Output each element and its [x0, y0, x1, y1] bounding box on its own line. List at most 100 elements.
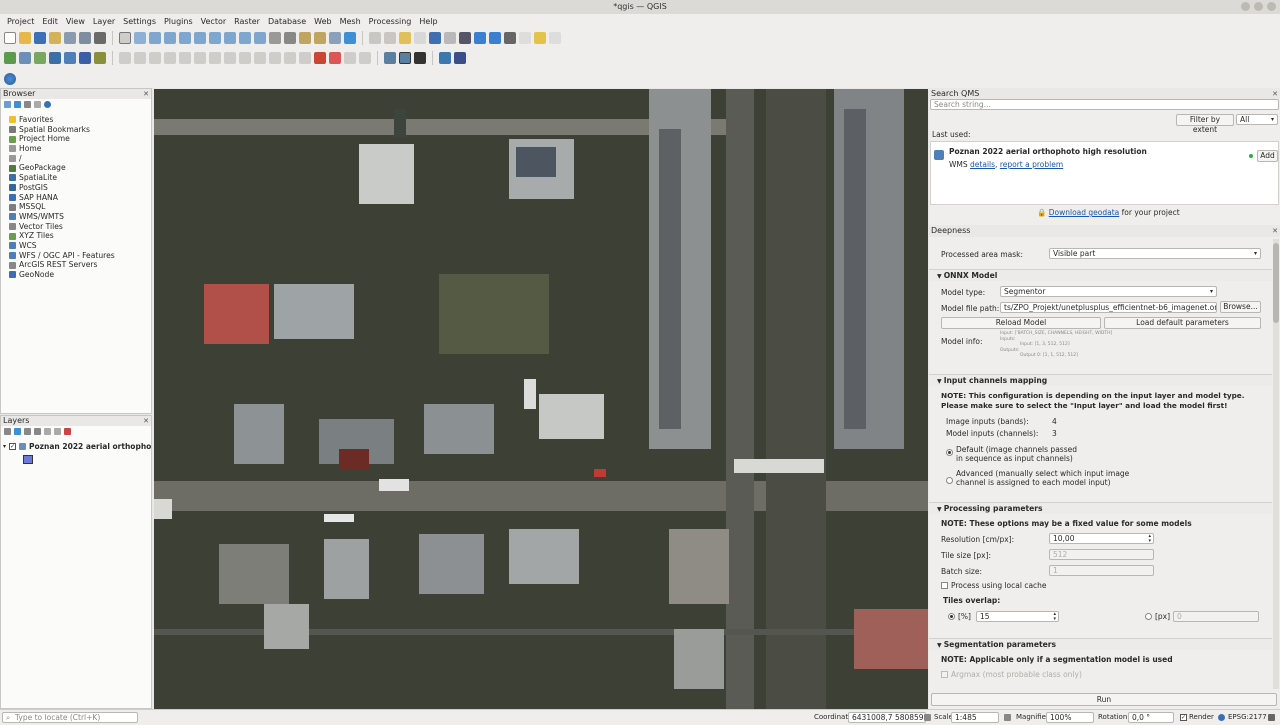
close-icon[interactable]: ✕ — [143, 416, 149, 426]
measure-icon[interactable] — [504, 32, 516, 44]
coordinate-toggle-icon[interactable] — [924, 714, 931, 721]
pan-to-selection-icon[interactable] — [134, 32, 146, 44]
menu-processing[interactable]: Processing — [365, 14, 416, 29]
browser-item[interactable]: Home — [1, 144, 151, 154]
close-icon[interactable]: ✕ — [1272, 225, 1278, 237]
aerial-orthophoto[interactable] — [154, 89, 928, 709]
default-radio[interactable] — [946, 449, 953, 456]
redo-icon[interactable] — [254, 52, 266, 64]
deepness-scrollbar[interactable] — [1273, 239, 1279, 689]
browser-item[interactable]: Vector Tiles — [1, 222, 151, 232]
advanced-radio[interactable] — [946, 477, 953, 484]
globe-icon[interactable] — [4, 72, 16, 85]
qms-search-icon[interactable] — [384, 52, 396, 64]
batch-size-spinbox[interactable]: 1 — [1049, 565, 1154, 576]
expand-icon[interactable]: ▾ — [3, 443, 6, 450]
change-label-icon[interactable] — [344, 52, 356, 64]
model-type-select[interactable]: Segmentor ▾ — [1000, 286, 1217, 297]
local-cache-checkbox[interactable] — [941, 582, 948, 589]
menu-database[interactable]: Database — [264, 14, 310, 29]
save-edits-icon[interactable] — [134, 52, 146, 64]
menu-help[interactable]: Help — [415, 14, 441, 29]
qms-search-input[interactable]: Search string... — [930, 99, 1279, 110]
zoom-last-icon[interactable] — [239, 32, 251, 44]
plugin-icon[interactable] — [454, 52, 466, 64]
crs-icon[interactable] — [1218, 714, 1225, 721]
save-as-icon[interactable] — [49, 32, 61, 44]
identify-icon[interactable] — [429, 32, 441, 44]
report-problem-link[interactable]: report a problem — [1000, 160, 1063, 169]
new-3d-view-icon[interactable] — [284, 32, 296, 44]
menu-edit[interactable]: Edit — [38, 14, 62, 29]
filter-legend-icon[interactable] — [34, 428, 41, 435]
browser-item[interactable]: Spatial Bookmarks — [1, 125, 151, 135]
sum-icon[interactable] — [489, 32, 501, 44]
locator-input[interactable]: ⌕ Type to locate (Ctrl+K) — [2, 712, 138, 723]
layer-row[interactable]: ▾ ✓ Poznan 2022 aerial orthophoto h — [1, 438, 151, 455]
close-button[interactable] — [1267, 2, 1276, 11]
overlap-percent-spinbox[interactable]: 15 ▴ ▾ — [976, 611, 1059, 622]
processing-section-header[interactable]: ▼ Processing parameters — [929, 502, 1272, 514]
statistics-icon[interactable] — [459, 32, 471, 44]
close-icon[interactable]: ✕ — [1272, 89, 1278, 99]
add-csv-layer-icon[interactable] — [94, 52, 106, 64]
filter-icon[interactable] — [24, 101, 31, 108]
add-mesh-layer-icon[interactable] — [49, 52, 61, 64]
browse-button[interactable]: Browse... — [1220, 301, 1261, 313]
zoom-selection-icon[interactable] — [194, 32, 206, 44]
add-group-icon[interactable] — [14, 428, 21, 435]
menu-web[interactable]: Web — [310, 14, 335, 29]
new-map-view-icon[interactable] — [269, 32, 281, 44]
show-hide-label-icon[interactable] — [299, 52, 311, 64]
crs-label[interactable]: EPSG:2177 — [1228, 713, 1267, 721]
area-mask-select[interactable]: Visible part ▾ — [1049, 248, 1261, 259]
pin-label-icon[interactable] — [284, 52, 296, 64]
add-vector-layer-icon[interactable] — [19, 52, 31, 64]
browser-item[interactable]: GeoPackage — [1, 163, 151, 173]
download-geodata-link[interactable]: Download geodata — [1049, 208, 1120, 217]
show-bookmarks-icon[interactable] — [314, 32, 326, 44]
properties-icon[interactable] — [44, 101, 51, 108]
zoom-native-icon[interactable] — [224, 32, 236, 44]
qms-add-icon[interactable] — [399, 52, 411, 64]
browser-item[interactable]: Project Home — [1, 134, 151, 144]
model-path-input[interactable]: ts/ZPO_Projekt/unetplusplus_efficientnet… — [1000, 302, 1217, 313]
collapse-all-icon[interactable] — [34, 101, 41, 108]
annotation-icon[interactable] — [534, 32, 546, 44]
overlap-px-radio[interactable] — [1145, 613, 1152, 620]
deepness-icon[interactable] — [414, 52, 426, 64]
remove-layer-icon[interactable] — [64, 428, 71, 435]
settings-gear-icon[interactable] — [474, 32, 486, 44]
maximize-button[interactable] — [1254, 2, 1263, 11]
resolution-spinbox[interactable]: 10,00 ▴ ▾ — [1049, 533, 1154, 544]
zoom-in-icon[interactable] — [149, 32, 161, 44]
save-project-icon[interactable] — [34, 32, 46, 44]
delete-selected-icon[interactable] — [179, 52, 191, 64]
browser-item[interactable]: WFS / OGC API - Features — [1, 251, 151, 261]
toggle-editing-icon[interactable] — [119, 52, 131, 64]
visibility-icon[interactable] — [24, 428, 31, 435]
browser-item[interactable]: ArcGIS REST Servers — [1, 260, 151, 270]
browser-item[interactable]: SpatiaLite — [1, 173, 151, 183]
menu-project[interactable]: Project — [3, 14, 38, 29]
open-project-icon[interactable] — [19, 32, 31, 44]
menu-raster[interactable]: Raster — [230, 14, 264, 29]
overlap-percent-radio[interactable] — [948, 613, 955, 620]
browser-item[interactable]: / — [1, 154, 151, 164]
undo-icon[interactable] — [239, 52, 251, 64]
move-label-icon[interactable] — [314, 52, 326, 64]
browser-item[interactable]: WMS/WMTS — [1, 212, 151, 222]
spin-arrows-icon[interactable]: ▴ ▾ — [1148, 534, 1151, 543]
menu-plugins[interactable]: Plugins — [160, 14, 197, 29]
menu-mesh[interactable]: Mesh — [336, 14, 365, 29]
vertex-tool-icon[interactable] — [164, 52, 176, 64]
add-feature-icon[interactable] — [149, 52, 161, 64]
scrollbar-thumb[interactable] — [1273, 243, 1279, 323]
browser-item[interactable]: MSSQL — [1, 202, 151, 212]
python-console-icon[interactable] — [439, 52, 451, 64]
menu-view[interactable]: View — [62, 14, 89, 29]
label-tool-icon[interactable] — [269, 52, 281, 64]
zoom-full-icon[interactable] — [179, 32, 191, 44]
refresh-icon[interactable] — [14, 101, 21, 108]
onnx-section-header[interactable]: ▼ ONNX Model — [929, 269, 1272, 281]
